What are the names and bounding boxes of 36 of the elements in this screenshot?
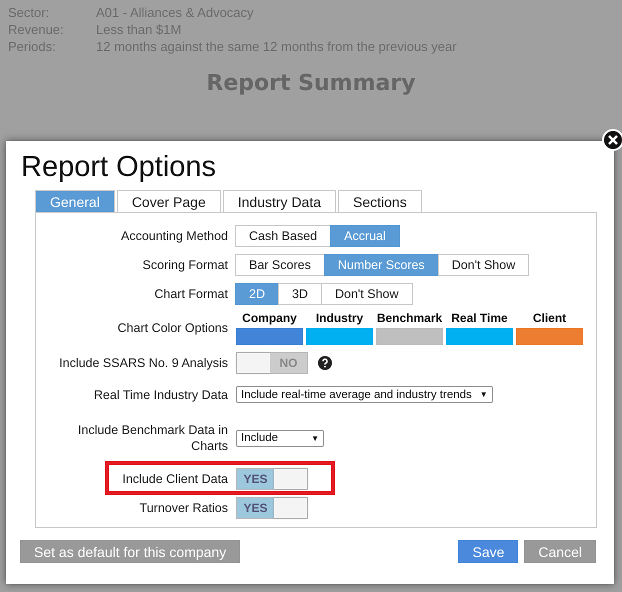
setting-label: Include Benchmark Data in Charts: [76, 422, 228, 454]
color-swatch[interactable]: [236, 328, 303, 345]
toggle-switch[interactable]: YES: [236, 496, 308, 518]
option-button[interactable]: Cash Based: [235, 224, 332, 246]
setting-label: Include Client Data: [121, 470, 228, 486]
setting-label: Include SSARS No. 9 Analysis: [58, 354, 228, 370]
tab[interactable]: Industry Data: [222, 190, 336, 212]
dropdown[interactable]: Include real-time average and industry trends ▼: [236, 386, 493, 403]
dropdown[interactable]: Include ▼: [236, 430, 324, 446]
setting-label: Accounting Method: [120, 228, 228, 244]
setting-label: Chart Color Options: [116, 320, 228, 336]
swatch-label: Client: [532, 311, 566, 325]
setting-label: Scoring Format: [142, 256, 228, 272]
save-button[interactable]: Save: [458, 540, 518, 563]
option-button[interactable]: Don't Show: [438, 254, 530, 276]
setting-label: Real Time Industry Data: [92, 386, 228, 402]
color-swatch[interactable]: [376, 328, 443, 345]
page-heading: Report Summary: [205, 71, 417, 96]
swatch-label: Benchmark: [376, 311, 442, 325]
swatch-label: Industry: [316, 311, 364, 325]
help-icon[interactable]: [318, 356, 332, 370]
option-button[interactable]: 3D: [278, 282, 322, 304]
dialog-title: Report Options: [21, 151, 218, 184]
swatch-label: Company: [242, 311, 297, 325]
tab[interactable]: Sections: [338, 190, 422, 212]
setting-label: Chart Format: [153, 286, 228, 302]
toggle-switch[interactable]: YES: [236, 468, 308, 490]
setting-label: Turnover Ratios: [138, 500, 228, 516]
tab[interactable]: Cover Page: [116, 190, 221, 212]
close-icon[interactable]: [602, 129, 622, 151]
color-swatch[interactable]: [446, 328, 513, 345]
color-swatch[interactable]: [516, 328, 583, 345]
option-button[interactable]: Bar Scores: [235, 254, 325, 276]
option-button[interactable]: Don't Show: [320, 282, 413, 304]
swatch-label: Real Time: [451, 311, 508, 325]
color-swatch[interactable]: [306, 328, 373, 345]
